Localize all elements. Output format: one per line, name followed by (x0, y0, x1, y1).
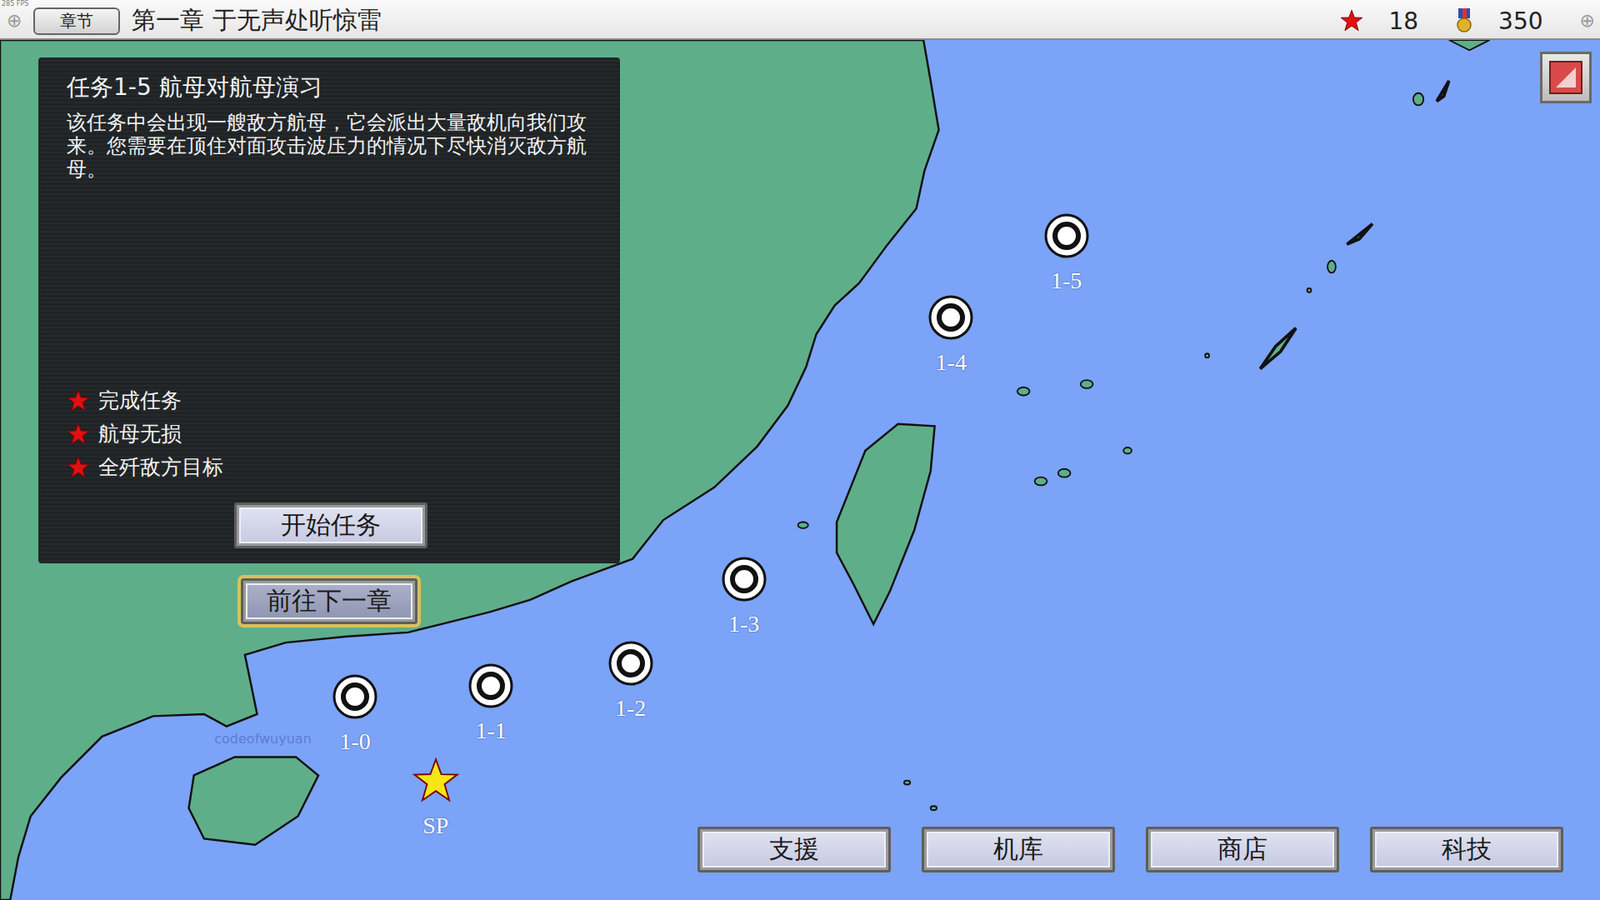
mission-node[interactable]: 1-3 (702, 555, 786, 638)
objective: 航母无损 (66, 420, 595, 448)
mission-node[interactable]: 1-0 (313, 673, 397, 755)
objective: 全歼敌方目标 (66, 454, 595, 481)
chapter-title: 第一章 于无声处听惊雷 (131, 4, 1329, 38)
mission-node-icon (331, 673, 379, 720)
objective-star-icon (66, 455, 90, 480)
objective: 完成任务 (66, 387, 595, 415)
mission-node-label: 1-0 (339, 728, 370, 755)
corner-button[interactable] (1540, 51, 1592, 104)
top-bar: ⊕ 章节第一章 于无声处听惊雷 18 350 ⊕ (0, 0, 1600, 40)
star-count: 18 (1340, 7, 1419, 35)
mission-node-icon (467, 662, 515, 710)
medal-icon (1455, 8, 1474, 34)
special-star-icon (412, 757, 460, 805)
hainan (189, 756, 320, 845)
menu-button[interactable]: 商店 (1145, 826, 1340, 873)
mission-node[interactable]: 1-1 (449, 662, 533, 745)
menu-button[interactable]: 机库 (921, 826, 1115, 873)
mission-node-icon (607, 640, 655, 687)
map: 1-0 1-1 1-2 1-3 1-4 1-5 SP codeofwuyuan 任务1-5 航母… (0, 40, 1600, 900)
star-icon (1340, 9, 1364, 33)
start-mission-button[interactable]: 开始任务 (234, 502, 428, 549)
mission-node-label: 1-3 (728, 610, 760, 638)
mainland (0, 40, 940, 900)
mission-node[interactable]: 1-5 (1025, 212, 1109, 295)
mission-column: 任务1-5 航母对航母演习该任务中会出现一艘敌方航母，它会派出大量敌机向我们攻来… (38, 57, 620, 625)
map-overlay: 任务1-5 航母对航母演习该任务中会出现一艘敌方航母，它会派出大量敌机向我们攻来… (0, 40, 1600, 900)
watermark: codeofwuyuan (214, 730, 312, 747)
fps-counter: 285 FPS (1, 0, 29, 8)
medal-count: 350 (1455, 7, 1543, 35)
mission-title: 任务1-5 航母对航母演习 (66, 72, 595, 103)
mission-node-label: 1-2 (615, 695, 646, 722)
mission-node-label: SP (422, 812, 449, 840)
mission-node-label: 1-5 (1050, 267, 1082, 295)
menu-button[interactable]: 支援 (697, 826, 891, 873)
taiwan (836, 424, 935, 625)
mission-node[interactable]: SP (394, 757, 478, 840)
mission-node-label: 1-1 (475, 717, 506, 745)
game-screen: 285 FPS⊕章节第一章 于无声处听惊雷18350⊕1-01-11-21-31… (0, 0, 1600, 900)
chart-icon (1549, 60, 1583, 95)
expand-icon[interactable]: ⊕ (1580, 11, 1595, 30)
mission-node-icon (720, 555, 768, 603)
chapter-button[interactable]: 章节 (33, 7, 120, 35)
mission-node-icon (927, 294, 975, 341)
mission-node[interactable]: 1-4 (909, 294, 993, 376)
mission-node-icon (1043, 212, 1090, 260)
expand-icon[interactable]: ⊕ (6, 11, 22, 30)
mission-panel: 任务1-5 航母对航母演习该任务中会出现一艘敌方航母，它会派出大量敌机向我们攻来… (38, 57, 620, 564)
mission-node-label: 1-4 (935, 349, 967, 376)
menu-button[interactable]: 科技 (1370, 826, 1564, 873)
mission-description: 该任务中会出现一艘敌方航母，它会派出大量敌机向我们攻来。您需要在顶住对面攻击波压… (66, 110, 595, 181)
objective-star-icon (66, 422, 90, 446)
mission-node[interactable]: 1-2 (589, 640, 673, 722)
next-chapter-button[interactable]: 前往下一章 (240, 578, 418, 625)
bottom-bar: 支援机库商店科技 (38, 826, 1564, 873)
objective-star-icon (66, 389, 90, 413)
objective-list: 完成任务航母无损全歼敌方目标 (66, 387, 595, 481)
